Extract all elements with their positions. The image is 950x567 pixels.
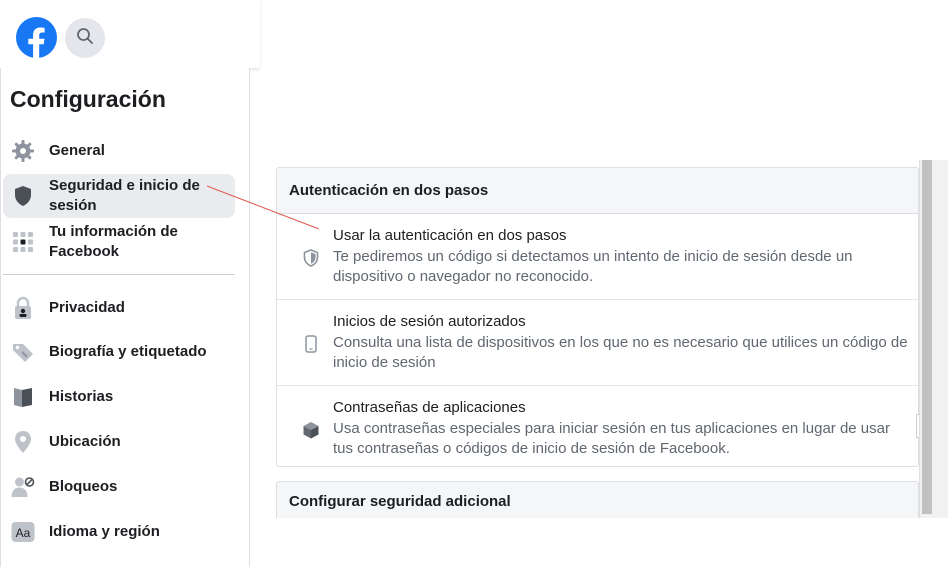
sidebar-item-your-information[interactable]: Tu información de Facebook (3, 220, 235, 264)
top-bar (0, 0, 260, 68)
sidebar-item-general[interactable]: General (3, 140, 235, 162)
sidebar-item-stories[interactable]: Historias (3, 386, 235, 408)
page-title: Configuración (10, 86, 166, 112)
grid-icon (11, 230, 35, 254)
row-title: Contraseñas de aplicaciones (333, 399, 526, 416)
sidebar-item-language-region[interactable]: Aa Idioma y región (3, 521, 235, 543)
block-user-icon (11, 475, 35, 499)
sidebar-item-security[interactable]: Seguridad e inicio de sesión (3, 174, 235, 218)
sidebar-item-label: Idioma y región (49, 523, 160, 540)
two-factor-panel: Autenticación en dos pasos Usar la auten… (276, 167, 919, 467)
row-description: Consulta una lista de dispositivos en lo… (333, 334, 908, 371)
sidebar-item-privacy[interactable]: Privacidad (3, 296, 235, 320)
list-item-app-passwords[interactable]: Contraseñas de aplicaciones Usa contrase… (277, 386, 918, 471)
facebook-logo-icon[interactable] (16, 17, 57, 58)
svg-text:Aa: Aa (16, 526, 31, 540)
sidebar-divider (3, 274, 235, 275)
settings-sidebar: Configuración General Seguridad e inicio… (0, 68, 250, 567)
viewport-bottom-cover (260, 518, 950, 567)
search-button[interactable] (65, 18, 105, 58)
sidebar-item-label: Ubicación (49, 433, 121, 450)
gear-icon (11, 139, 35, 163)
sidebar-item-label: Seguridad e inicio de sesión (49, 177, 200, 214)
language-icon: Aa (11, 520, 35, 544)
sidebar-item-label: Bloqueos (49, 478, 118, 495)
cube-icon (301, 420, 321, 440)
sidebar-item-timeline-tagging[interactable]: Biografía y etiquetado (3, 341, 235, 363)
sidebar-item-label: Biografía y etiquetado (49, 343, 207, 360)
search-icon (76, 27, 94, 50)
phone-icon (301, 334, 321, 354)
row-title: Usar la autenticación en dos pasos (333, 227, 567, 244)
row-description: Usa contraseñas especiales para iniciar … (333, 420, 890, 457)
list-item-use-two-factor[interactable]: Usar la autenticación en dos pasos Te pe… (277, 214, 918, 300)
row-title: Inicios de sesión autorizados (333, 313, 526, 330)
extra-security-panel-header: Configurar seguridad adicional (276, 481, 919, 521)
tag-icon (11, 340, 35, 364)
shield-icon (301, 248, 321, 268)
scrollbar-thumb[interactable] (922, 160, 932, 514)
lock-icon (11, 296, 35, 320)
sidebar-item-label: Tu información de Facebook (49, 223, 178, 260)
sidebar-item-label: Historias (49, 388, 114, 405)
location-pin-icon (11, 430, 35, 454)
list-item-authorized-logins[interactable]: Inicios de sesión autorizados Consulta u… (277, 300, 918, 386)
book-icon (11, 385, 35, 409)
sidebar-item-label: General (49, 142, 105, 159)
row-description: Te pediremos un código si detectamos un … (333, 248, 853, 285)
panel-header: Autenticación en dos pasos (277, 168, 918, 214)
shield-icon (11, 184, 35, 208)
sidebar-item-blocking[interactable]: Bloqueos (3, 476, 235, 498)
sidebar-item-location[interactable]: Ubicación (3, 431, 235, 453)
sidebar-item-label: Privacidad (49, 299, 125, 316)
scrollbar[interactable] (919, 160, 948, 518)
